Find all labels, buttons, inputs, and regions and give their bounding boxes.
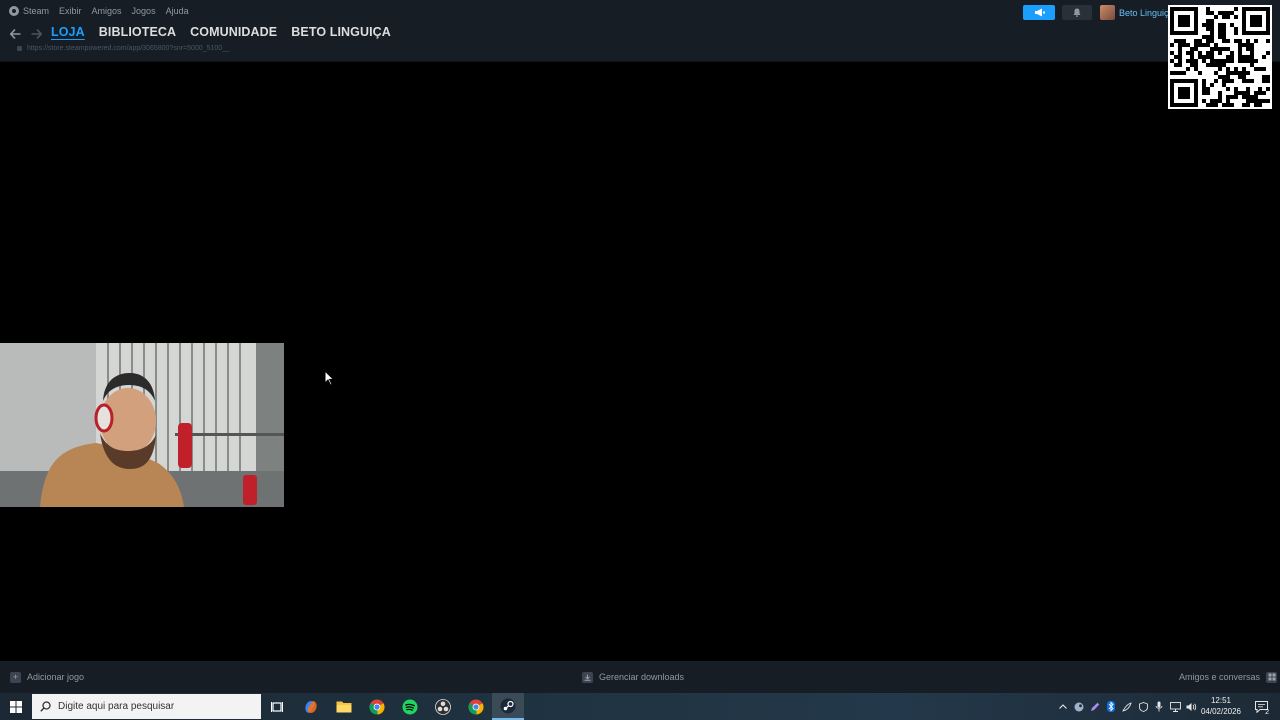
- taskbar-search-input[interactable]: Digite aqui para pesquisar: [32, 694, 261, 719]
- plus-icon: +: [10, 671, 21, 683]
- menu-steam[interactable]: Steam: [0, 0, 54, 22]
- microphone-icon[interactable]: [1151, 693, 1167, 720]
- announcements-button[interactable]: [1023, 5, 1055, 20]
- clock-time: 12:51: [1210, 696, 1232, 705]
- chevron-up-icon[interactable]: [1055, 693, 1071, 720]
- download-icon: [582, 671, 593, 683]
- add-game-button[interactable]: + Adicionar jogo: [10, 661, 84, 693]
- arrow-left-icon: [9, 29, 20, 39]
- notification-center-button[interactable]: 2: [1250, 693, 1272, 720]
- menu-friends[interactable]: Amigos: [87, 0, 127, 22]
- windows-logo-icon: [10, 700, 22, 713]
- qr-code-icon: [1170, 7, 1270, 107]
- feather-icon[interactable]: [1119, 693, 1135, 720]
- bluetooth-icon[interactable]: [1103, 693, 1119, 720]
- copilot-button[interactable]: [295, 693, 327, 720]
- chrome-button[interactable]: [361, 693, 393, 720]
- system-tray: [1055, 693, 1199, 720]
- steam-logo-icon: [9, 6, 19, 16]
- forward-button[interactable]: [28, 26, 44, 42]
- back-button[interactable]: [7, 26, 23, 42]
- search-icon: [40, 701, 51, 712]
- add-game-label: Adicionar jogo: [27, 672, 85, 682]
- network-icon[interactable]: [1167, 693, 1183, 720]
- spotify-button[interactable]: [394, 693, 426, 720]
- notification-count: 2: [1265, 709, 1269, 716]
- tab-library[interactable]: BIBLIOTECA: [99, 25, 176, 39]
- tab-profile[interactable]: BETO LINGUIÇA: [291, 25, 391, 39]
- file-explorer-button[interactable]: [328, 693, 360, 720]
- pen-icon[interactable]: [1087, 693, 1103, 720]
- bell-icon: [1073, 8, 1081, 17]
- steam-nav-bar: LOJA BIBLIOTECA COMUNIDADE BETO LINGUIÇA…: [0, 22, 1280, 62]
- menu-games[interactable]: Jogos: [127, 0, 161, 22]
- manage-downloads-label: Gerenciar downloads: [599, 672, 685, 682]
- friends-chat-button[interactable]: Amigos e conversas: [1179, 661, 1278, 693]
- friends-icon: [1266, 671, 1278, 683]
- clock-date: 04/02/2026: [1200, 707, 1242, 716]
- friends-chat-label: Amigos e conversas: [1179, 672, 1261, 682]
- menu-help[interactable]: Ajuda: [161, 0, 194, 22]
- obs-icon: [435, 698, 451, 715]
- taskbar-clock[interactable]: 12:51 04/02/2026: [1197, 695, 1245, 718]
- shield-icon[interactable]: [1135, 693, 1151, 720]
- user-avatar[interactable]: [1100, 5, 1115, 20]
- copilot-icon: [305, 700, 317, 713]
- task-view-icon: [271, 701, 283, 712]
- task-view-button[interactable]: [261, 693, 293, 720]
- lock-icon: [17, 46, 22, 51]
- spotify-icon: [402, 699, 418, 714]
- chrome-icon: [369, 699, 385, 715]
- nav-tabs: LOJA BIBLIOTECA COMUNIDADE BETO LINGUIÇA: [51, 22, 405, 42]
- menu-view[interactable]: Exibir: [54, 0, 87, 22]
- mouse-cursor-icon: [324, 370, 334, 386]
- search-placeholder: Digite aqui para pesquisar: [58, 701, 175, 712]
- url-text: https://store.steampowered.com/app/30658…: [27, 45, 230, 52]
- webcam-image: [0, 343, 284, 507]
- steam-bottom-bar: + Adicionar jogo Gerenciar downloads Ami…: [0, 661, 1280, 693]
- menu-steam-label: Steam: [23, 6, 50, 16]
- qr-code-overlay: [1168, 5, 1272, 109]
- tab-community[interactable]: COMUNIDADE: [190, 25, 277, 39]
- manage-downloads-button[interactable]: Gerenciar downloads: [582, 661, 684, 693]
- url-bar[interactable]: https://store.steampowered.com/app/30658…: [17, 45, 230, 52]
- start-button[interactable]: [0, 693, 32, 720]
- webcam-feed: [0, 343, 284, 507]
- megaphone-icon: [1034, 8, 1045, 17]
- windows-taskbar: Digite aqui para pesquisar 12:51 04/02/2…: [0, 693, 1280, 720]
- tab-store[interactable]: LOJA: [51, 25, 85, 39]
- notifications-button[interactable]: [1062, 5, 1092, 20]
- steam-tray-icon[interactable]: [1071, 693, 1087, 720]
- file-explorer-icon: [336, 701, 352, 713]
- chrome-icon: [468, 699, 484, 715]
- obs-button[interactable]: [427, 693, 459, 720]
- chrome-button-2[interactable]: [460, 693, 492, 720]
- steam-icon: [500, 698, 516, 713]
- steam-taskbar-button[interactable]: [492, 693, 524, 720]
- username-label[interactable]: Beto Linguiç: [1119, 5, 1169, 20]
- arrow-right-icon: [31, 29, 42, 39]
